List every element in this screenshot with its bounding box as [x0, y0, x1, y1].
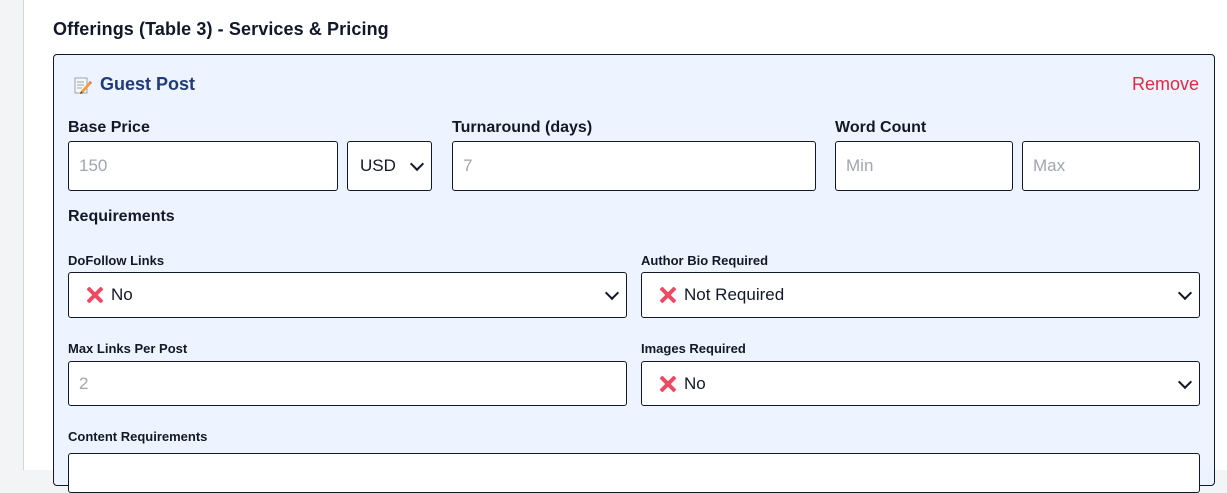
images-required-value: No: [684, 373, 706, 393]
images-required-label: Images Required: [641, 341, 746, 356]
turnaround-placeholder: 7: [463, 156, 473, 175]
images-required-select[interactable]: No: [641, 361, 1200, 406]
requirements-heading: Requirements: [68, 208, 175, 225]
dofollow-label: DoFollow Links: [68, 253, 165, 268]
base-price-label: Base Price: [68, 119, 150, 136]
turnaround-input[interactable]: 7: [452, 141, 816, 191]
base-price-placeholder: 150: [79, 156, 108, 175]
cross-mark-icon: [659, 375, 677, 393]
offering-title: Guest Post: [100, 74, 196, 94]
dofollow-value: No: [111, 285, 133, 304]
cross-mark-icon: [659, 286, 677, 304]
author-bio-label: Author Bio Required: [641, 253, 769, 268]
chevron-down-icon: [1177, 285, 1193, 301]
dofollow-select[interactable]: No: [68, 272, 627, 318]
word-count-label: Word Count: [835, 119, 927, 136]
content-requirements-label: Content Requirements: [68, 429, 208, 444]
base-price-input[interactable]: 150: [68, 141, 338, 191]
author-bio-value: Not Required: [684, 285, 785, 304]
author-bio-select[interactable]: Not Required: [641, 272, 1200, 318]
word-count-max-input[interactable]: Max: [1022, 141, 1200, 191]
currency-select[interactable]: USD: [347, 141, 432, 191]
max-links-input[interactable]: 2: [68, 361, 627, 406]
max-links-label: Max Links Per Post: [68, 341, 188, 356]
max-links-placeholder: 2: [79, 373, 89, 393]
cross-mark-icon: [86, 286, 104, 304]
word-count-max-placeholder: Max: [1033, 156, 1066, 175]
remove-button[interactable]: Remove: [1132, 74, 1199, 95]
chevron-down-icon: [604, 285, 620, 301]
word-count-min-input[interactable]: Min: [835, 141, 1013, 191]
memo-pencil-icon: [72, 75, 92, 95]
chevron-down-icon: [409, 156, 425, 172]
turnaround-label: Turnaround (days): [452, 119, 593, 136]
word-count-min-placeholder: Min: [846, 156, 874, 175]
content-requirements-textarea[interactable]: [68, 453, 1200, 493]
offering-card: [53, 54, 1215, 486]
section-title: Offerings (Table 3) - Services & Pricing: [53, 19, 389, 39]
chevron-down-icon: [1177, 374, 1193, 389]
currency-value: USD: [360, 156, 396, 175]
